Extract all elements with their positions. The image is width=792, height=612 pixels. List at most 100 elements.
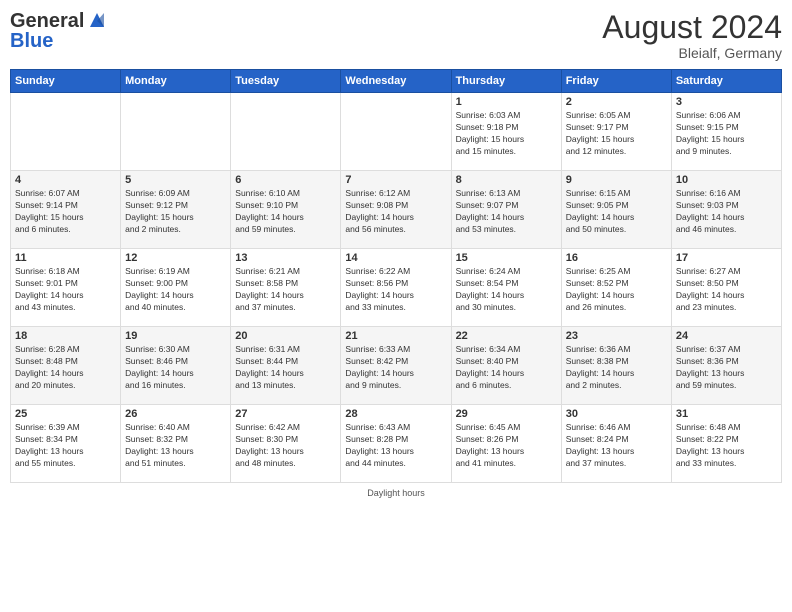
day-number: 14 <box>345 252 446 264</box>
calendar-cell: 4 Sunrise: 6:07 AM Sunset: 9:14 PM Daylig… <box>11 171 121 249</box>
calendar-cell <box>121 93 231 171</box>
day-number: 23 <box>566 330 667 342</box>
calendar-cell: 7 Sunrise: 6:12 AM Sunset: 9:08 PM Daylig… <box>341 171 451 249</box>
day-info: Sunrise: 6:18 AM Sunset: 9:01 PM Dayligh… <box>15 266 116 314</box>
day-number: 19 <box>125 330 226 342</box>
day-info: Sunrise: 6:15 AM Sunset: 9:05 PM Dayligh… <box>566 188 667 236</box>
day-number: 18 <box>15 330 116 342</box>
footer: Daylight hours <box>10 488 782 498</box>
day-info: Sunrise: 6:27 AM Sunset: 8:50 PM Dayligh… <box>676 266 777 314</box>
day-number: 2 <box>566 96 667 108</box>
calendar-cell: 11Sunrise: 6:18 AM Sunset: 9:01 PM Dayli… <box>11 249 121 327</box>
calendar-cell: 16 Sunrise: 6:25 AM Sunset: 8:52 PM Dayli… <box>561 249 671 327</box>
day-number: 28 <box>345 408 446 420</box>
calendar: Sunday Monday Tuesday Wednesday Thursday… <box>10 69 782 483</box>
col-tuesday: Tuesday <box>231 70 341 93</box>
day-number: 12 <box>125 252 226 264</box>
calendar-week-3: 11Sunrise: 6:18 AM Sunset: 9:01 PM Dayli… <box>11 249 782 327</box>
calendar-cell: 10 Sunrise: 6:16 AM Sunset: 9:03 PM Dayli… <box>671 171 781 249</box>
calendar-cell: 29Sunrise: 6:45 AM Sunset: 8:26 PM Dayli… <box>451 405 561 483</box>
calendar-cell: 17 Sunrise: 6:27 AM Sunset: 8:50 PM Dayli… <box>671 249 781 327</box>
day-info: Sunrise: 6:09 AM Sunset: 9:12 PM Dayligh… <box>125 188 226 236</box>
col-wednesday: Wednesday <box>341 70 451 93</box>
day-info: Sunrise: 6:06 AM Sunset: 9:15 PM Dayligh… <box>676 110 777 158</box>
col-thursday: Thursday <box>451 70 561 93</box>
calendar-cell: 23 Sunrise: 6:36 AM Sunset: 8:38 PM Dayli… <box>561 327 671 405</box>
day-number: 13 <box>235 252 336 264</box>
calendar-cell: 25Sunrise: 6:39 AM Sunset: 8:34 PM Dayli… <box>11 405 121 483</box>
day-number: 26 <box>125 408 226 420</box>
day-info: Sunrise: 6:10 AM Sunset: 9:10 PM Dayligh… <box>235 188 336 236</box>
day-info: Sunrise: 6:45 AM Sunset: 8:26 PM Dayligh… <box>456 422 557 470</box>
calendar-cell: 9 Sunrise: 6:15 AM Sunset: 9:05 PM Daylig… <box>561 171 671 249</box>
calendar-cell: 28 Sunrise: 6:43 AM Sunset: 8:28 PM Dayli… <box>341 405 451 483</box>
calendar-cell: 30 Sunrise: 6:46 AM Sunset: 8:24 PM Dayli… <box>561 405 671 483</box>
header: General Blue August 2024 Bleialf, German… <box>10 10 782 61</box>
calendar-cell: 1 Sunrise: 6:03 AM Sunset: 9:18 PM Daylig… <box>451 93 561 171</box>
day-number: 9 <box>566 174 667 186</box>
day-number: 21 <box>345 330 446 342</box>
col-sunday: Sunday <box>11 70 121 93</box>
calendar-header-row: Sunday Monday Tuesday Wednesday Thursday… <box>11 70 782 93</box>
col-monday: Monday <box>121 70 231 93</box>
day-info: Sunrise: 6:28 AM Sunset: 8:48 PM Dayligh… <box>15 344 116 392</box>
day-number: 16 <box>566 252 667 264</box>
calendar-cell: 5Sunrise: 6:09 AM Sunset: 9:12 PM Daylig… <box>121 171 231 249</box>
day-info: Sunrise: 6:37 AM Sunset: 8:36 PM Dayligh… <box>676 344 777 392</box>
day-number: 15 <box>456 252 557 264</box>
calendar-cell: 13Sunrise: 6:21 AM Sunset: 8:58 PM Dayli… <box>231 249 341 327</box>
day-number: 10 <box>676 174 777 186</box>
calendar-cell: 12Sunrise: 6:19 AM Sunset: 9:00 PM Dayli… <box>121 249 231 327</box>
calendar-cell: 24Sunrise: 6:37 AM Sunset: 8:36 PM Dayli… <box>671 327 781 405</box>
day-info: Sunrise: 6:25 AM Sunset: 8:52 PM Dayligh… <box>566 266 667 314</box>
calendar-cell: 14 Sunrise: 6:22 AM Sunset: 8:56 PM Dayli… <box>341 249 451 327</box>
day-info: Sunrise: 6:16 AM Sunset: 9:03 PM Dayligh… <box>676 188 777 236</box>
day-number: 22 <box>456 330 557 342</box>
calendar-cell: 8Sunrise: 6:13 AM Sunset: 9:07 PM Daylig… <box>451 171 561 249</box>
calendar-cell <box>231 93 341 171</box>
day-number: 3 <box>676 96 777 108</box>
day-number: 17 <box>676 252 777 264</box>
logo-icon <box>86 9 108 31</box>
day-number: 31 <box>676 408 777 420</box>
calendar-cell: 2 Sunrise: 6:05 AM Sunset: 9:17 PM Daylig… <box>561 93 671 171</box>
logo: General Blue <box>10 10 108 52</box>
day-info: Sunrise: 6:03 AM Sunset: 9:18 PM Dayligh… <box>456 110 557 158</box>
day-number: 4 <box>15 174 116 186</box>
day-number: 20 <box>235 330 336 342</box>
day-number: 1 <box>456 96 557 108</box>
col-friday: Friday <box>561 70 671 93</box>
day-info: Sunrise: 6:34 AM Sunset: 8:40 PM Dayligh… <box>456 344 557 392</box>
day-info: Sunrise: 6:24 AM Sunset: 8:54 PM Dayligh… <box>456 266 557 314</box>
calendar-cell: 19Sunrise: 6:30 AM Sunset: 8:46 PM Dayli… <box>121 327 231 405</box>
calendar-cell <box>11 93 121 171</box>
day-info: Sunrise: 6:40 AM Sunset: 8:32 PM Dayligh… <box>125 422 226 470</box>
day-info: Sunrise: 6:46 AM Sunset: 8:24 PM Dayligh… <box>566 422 667 470</box>
day-info: Sunrise: 6:31 AM Sunset: 8:44 PM Dayligh… <box>235 344 336 392</box>
day-info: Sunrise: 6:48 AM Sunset: 8:22 PM Dayligh… <box>676 422 777 470</box>
day-number: 7 <box>345 174 446 186</box>
day-number: 30 <box>566 408 667 420</box>
day-info: Sunrise: 6:43 AM Sunset: 8:28 PM Dayligh… <box>345 422 446 470</box>
calendar-cell: 6 Sunrise: 6:10 AM Sunset: 9:10 PM Daylig… <box>231 171 341 249</box>
calendar-cell: 15 Sunrise: 6:24 AM Sunset: 8:54 PM Dayli… <box>451 249 561 327</box>
calendar-cell: 18 Sunrise: 6:28 AM Sunset: 8:48 PM Dayli… <box>11 327 121 405</box>
day-info: Sunrise: 6:39 AM Sunset: 8:34 PM Dayligh… <box>15 422 116 470</box>
day-info: Sunrise: 6:05 AM Sunset: 9:17 PM Dayligh… <box>566 110 667 158</box>
day-info: Sunrise: 6:12 AM Sunset: 9:08 PM Dayligh… <box>345 188 446 236</box>
calendar-cell: 31 Sunrise: 6:48 AM Sunset: 8:22 PM Dayli… <box>671 405 781 483</box>
day-number: 8 <box>456 174 557 186</box>
day-info: Sunrise: 6:07 AM Sunset: 9:14 PM Dayligh… <box>15 188 116 236</box>
day-info: Sunrise: 6:36 AM Sunset: 8:38 PM Dayligh… <box>566 344 667 392</box>
day-info: Sunrise: 6:22 AM Sunset: 8:56 PM Dayligh… <box>345 266 446 314</box>
calendar-cell <box>341 93 451 171</box>
month-year: August 2024 <box>602 10 782 45</box>
page: General Blue August 2024 Bleialf, German… <box>0 0 792 612</box>
logo-blue-text: Blue <box>10 30 108 52</box>
logo-general-text: General <box>10 10 84 32</box>
calendar-cell: 27Sunrise: 6:42 AM Sunset: 8:30 PM Dayli… <box>231 405 341 483</box>
calendar-cell: 22 Sunrise: 6:34 AM Sunset: 8:40 PM Dayli… <box>451 327 561 405</box>
day-number: 6 <box>235 174 336 186</box>
calendar-cell: 21Sunrise: 6:33 AM Sunset: 8:42 PM Dayli… <box>341 327 451 405</box>
footer-text: Daylight hours <box>367 488 425 498</box>
